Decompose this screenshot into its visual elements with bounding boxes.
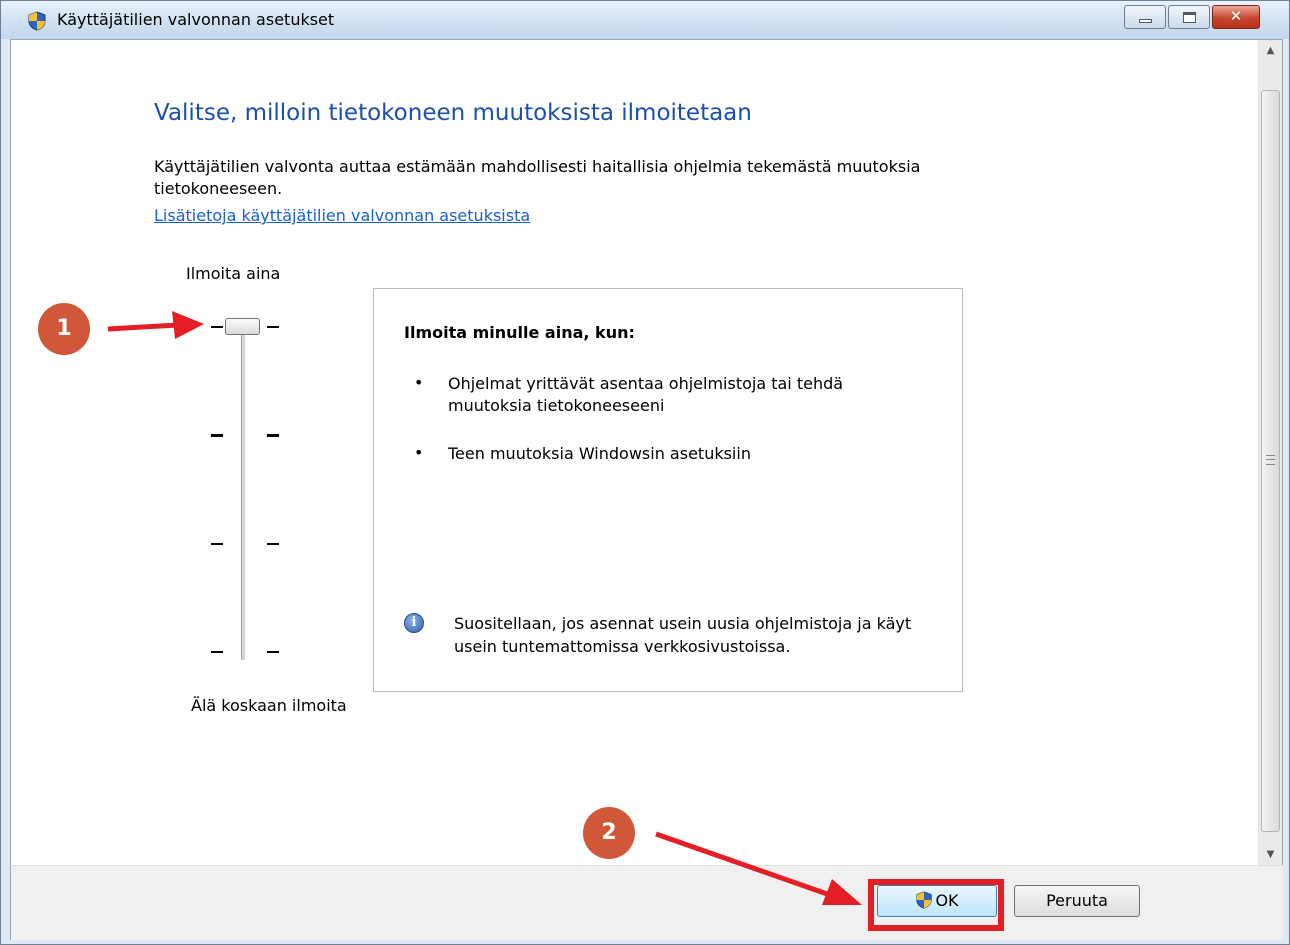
window-title: Käyttäjätilien valvonnan asetukset	[57, 10, 335, 29]
slider-tick	[211, 651, 223, 653]
cancel-button[interactable]: Peruuta	[1014, 885, 1140, 917]
button-bar: OK Peruuta	[10, 865, 1283, 940]
scroll-up-arrow-icon[interactable]: ▲	[1259, 40, 1282, 62]
description-text: Käyttäjätilien valvonta auttaa estämään …	[154, 157, 921, 198]
slider-track[interactable]	[241, 320, 246, 660]
uac-settings-window: Käyttäjätilien valvonnan asetukset ✕ Val…	[0, 0, 1290, 945]
page-heading: Valitse, milloin tietokoneen muutoksista…	[154, 100, 752, 126]
vertical-scrollbar[interactable]: ▲ ▼	[1258, 40, 1282, 866]
slider-tick	[211, 326, 223, 328]
minimize-icon	[1139, 19, 1152, 23]
uac-shield-icon	[28, 11, 46, 31]
step-2-badge: 2	[583, 807, 635, 859]
title-bar[interactable]: Käyttäjätilien valvonnan asetukset ✕	[1, 1, 1289, 39]
ok-highlight-frame	[868, 879, 1004, 931]
close-button[interactable]: ✕	[1212, 5, 1260, 29]
grip-icon	[1266, 455, 1275, 465]
recommendation-note: Suositellaan, jos asennat usein uusia oh…	[454, 614, 912, 656]
slider-tick	[267, 543, 279, 545]
list-item: Teen muutoksia Windowsin asetuksiin	[448, 444, 751, 463]
level-description-panel: Ilmoita minulle aina, kun: • Ohjelmat yr…	[373, 288, 963, 692]
info-icon: i	[404, 613, 424, 633]
close-icon: ✕	[1229, 7, 1243, 25]
scrollbar-thumb[interactable]	[1261, 90, 1280, 832]
maximize-button[interactable]	[1168, 5, 1210, 29]
slider-thumb[interactable]	[225, 318, 260, 335]
list-item: Ohjelmat yrittävät asentaa ohjelmistoja …	[448, 374, 844, 415]
step-1-badge: 1	[38, 303, 90, 355]
slider-bottom-label: Älä koskaan ilmoita	[191, 696, 347, 715]
learn-more-link[interactable]: Lisätietoja käyttäjätilien valvonnan ase…	[154, 206, 530, 225]
bullet-dot: •	[414, 443, 424, 462]
notification-level-slider[interactable]	[207, 310, 287, 670]
panel-title: Ilmoita minulle aina, kun:	[404, 323, 635, 342]
maximize-icon	[1183, 12, 1196, 23]
slider-tick	[267, 651, 279, 653]
scroll-down-arrow-icon[interactable]: ▼	[1259, 844, 1282, 866]
content-area: Valitse, milloin tietokoneen muutoksista…	[10, 39, 1283, 866]
bullet-dot: •	[414, 373, 424, 392]
slider-tick	[211, 543, 223, 545]
slider-tick	[267, 326, 279, 328]
slider-tick	[267, 434, 279, 437]
slider-top-label: Ilmoita aina	[186, 264, 281, 283]
minimize-button[interactable]	[1124, 5, 1166, 29]
slider-tick	[211, 434, 223, 437]
